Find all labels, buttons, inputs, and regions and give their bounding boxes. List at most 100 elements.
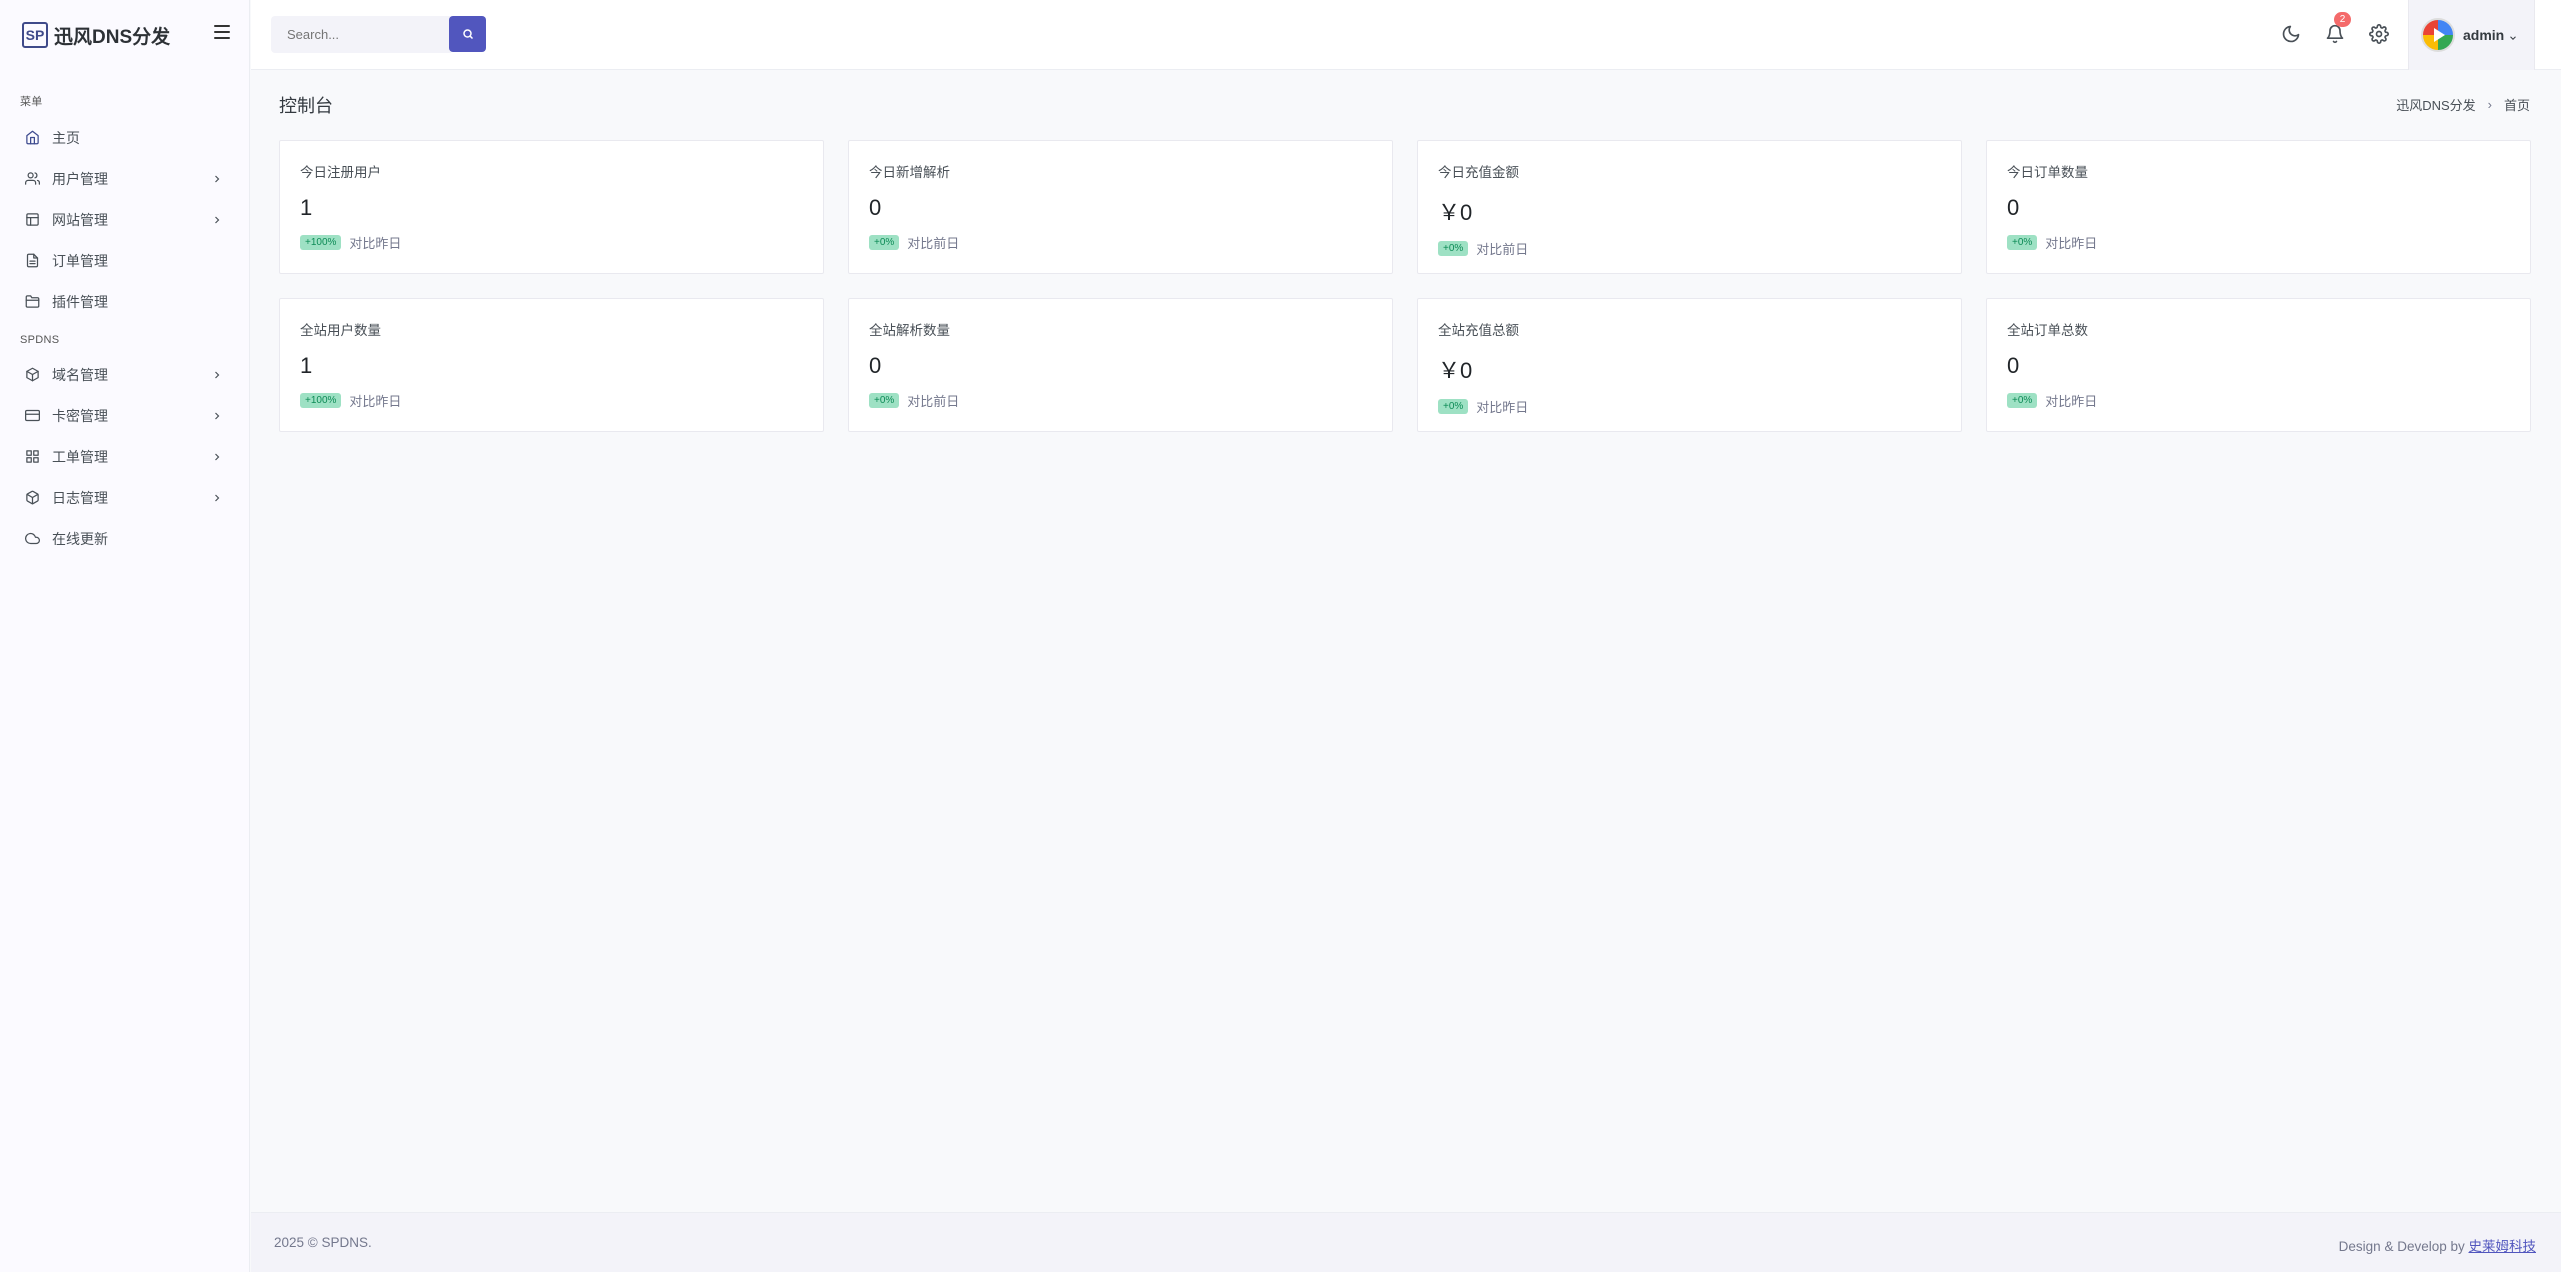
user-menu[interactable]: admin (2408, 0, 2535, 70)
menu-section-title: SPDNS (20, 334, 60, 346)
stat-change-badge: +0% (2007, 393, 2038, 408)
menu-toggle-icon[interactable] (214, 25, 230, 39)
sidebar-item-cards[interactable]: 卡密管理 (0, 395, 249, 436)
search-input[interactable] (271, 16, 451, 53)
stat-compare-text: 对比昨日 (349, 236, 402, 251)
stat-change-badge: +100% (300, 393, 342, 408)
chevron-right-icon (211, 172, 223, 184)
stat-compare-text: 对比昨日 (349, 394, 402, 409)
chevron-right-icon (211, 450, 223, 462)
moon-icon (2282, 25, 2300, 43)
stat-label: 今日新增解析 (869, 165, 950, 180)
stat-value: 0 (869, 353, 882, 378)
stat-card: 今日订单数量 0 +0% 对比昨日 (1986, 140, 2531, 274)
settings-button[interactable] (2369, 24, 2389, 44)
sidebar-item-users[interactable]: 用户管理 (0, 158, 249, 199)
stat-change-badge: +0% (1438, 399, 1469, 414)
sidebar-item-label: 插件管理 (52, 293, 108, 310)
stat-value: ￥0 (1438, 358, 1473, 383)
dark-mode-toggle[interactable] (2281, 24, 2301, 44)
brand[interactable]: SP 迅风DNS分发 (0, 0, 249, 70)
sidebar-item-domains[interactable]: 域名管理 (0, 354, 249, 395)
stat-value: 0 (2007, 195, 2020, 220)
grid-icon (24, 449, 40, 465)
stat-change-badge: +0% (2007, 235, 2038, 250)
sidebar-item-label: 工单管理 (52, 448, 108, 465)
sidebar-item-plugins[interactable]: 插件管理 (0, 281, 249, 322)
stat-label: 全站解析数量 (869, 323, 950, 338)
sidebar-item-label: 在线更新 (52, 530, 108, 547)
sidebar-item-label: 主页 (52, 129, 80, 146)
page-title: 控制台 (279, 96, 333, 116)
sidebar-item-label: 用户管理 (52, 170, 108, 187)
stat-change-badge: +0% (869, 235, 900, 250)
sidebar-item-label: 订单管理 (52, 252, 108, 269)
menu-section-title: 菜单 (20, 96, 43, 108)
stat-compare-text: 对比昨日 (2045, 236, 2098, 251)
sidebar-item-orders[interactable]: 订单管理 (0, 240, 249, 281)
stat-value: 1 (300, 195, 313, 220)
stat-label: 全站订单总数 (2007, 323, 2088, 338)
stat-card: 今日注册用户 1 +100% 对比昨日 (279, 140, 824, 274)
cloud-icon (24, 531, 40, 547)
sidebar-item-tickets[interactable]: 工单管理 (0, 436, 249, 477)
stat-card: 今日充值金额 ￥0 +0% 对比前日 (1417, 140, 1962, 274)
breadcrumb-link[interactable]: 迅风DNS分发 (2396, 95, 2475, 114)
folder-icon (24, 294, 40, 310)
stat-change-badge: +0% (1438, 241, 1469, 256)
notification-badge: 2 (2334, 12, 2351, 27)
brand-logo: SP (22, 22, 48, 48)
stat-change-badge: +0% (869, 393, 900, 408)
stat-compare-text: 对比前日 (907, 394, 960, 409)
sidebar-item-logs[interactable]: 日志管理 (0, 477, 249, 518)
stat-compare-text: 对比昨日 (1476, 400, 1529, 415)
stat-label: 今日充值金额 (1438, 165, 1519, 180)
stat-label: 今日订单数量 (2007, 165, 2088, 180)
sidebar-item-label: 卡密管理 (52, 407, 108, 424)
footer-copyright: 2025 © SPDNS. (274, 1235, 372, 1250)
notifications-button[interactable] (2325, 24, 2345, 44)
footer-credit-prefix: Design & Develop by (2338, 1239, 2469, 1254)
footer-credit: Design & Develop by 史莱姆科技 (2339, 1235, 2536, 1255)
box-icon (24, 490, 40, 506)
stat-label: 全站用户数量 (300, 323, 381, 338)
brand-name: 迅风DNS分发 (54, 26, 171, 48)
user-name: admin (2463, 27, 2505, 43)
stat-compare-text: 对比前日 (1476, 242, 1529, 257)
stat-label: 今日注册用户 (300, 165, 381, 180)
sidebar-item-label: 网站管理 (52, 211, 108, 228)
search-button[interactable] (449, 16, 486, 52)
globe-icon (24, 367, 40, 383)
footer: 2025 © SPDNS. Design & Develop by 史莱姆科技 (251, 1212, 2561, 1272)
breadcrumb-current: 首页 (2503, 98, 2530, 113)
sidebar-item-update[interactable]: 在线更新 (0, 518, 249, 559)
stat-compare-text: 对比前日 (907, 236, 960, 251)
footer-credit-link[interactable]: 史莱姆科技 (2469, 1239, 2537, 1254)
search-icon (462, 29, 473, 40)
gear-icon (2369, 24, 2389, 44)
topbar: 2 admin (251, 0, 2561, 70)
sidebar-item-label: 日志管理 (52, 489, 108, 506)
chevron-down-icon (2508, 30, 2518, 40)
chevron-right-icon (211, 491, 223, 503)
stat-card: 全站订单总数 0 +0% 对比昨日 (1986, 298, 2531, 432)
sidebar-item-label: 域名管理 (52, 366, 108, 383)
credit-card-icon (24, 408, 40, 424)
stat-value: ￥0 (1438, 200, 1473, 225)
layout-icon (24, 212, 40, 228)
users-icon (24, 171, 40, 187)
sidebar-item-home[interactable]: 主页 (0, 117, 249, 158)
bell-icon (2326, 24, 2344, 44)
breadcrumb: 迅风DNS分发 › 首页 (2396, 95, 2530, 114)
stat-card: 全站充值总额 ￥0 +0% 对比昨日 (1417, 298, 1962, 432)
stat-compare-text: 对比昨日 (2045, 394, 2098, 409)
stat-cards: 今日注册用户 1 +100% 对比昨日 今日新增解析 0 +0% 对比前日 今日充值… (279, 140, 2531, 432)
breadcrumb-separator-icon: › (2487, 97, 2492, 112)
stat-value: 1 (300, 353, 313, 378)
sidebar-item-sites[interactable]: 网站管理 (0, 199, 249, 240)
avatar (2421, 18, 2455, 52)
sidebar: SP 迅风DNS分发 菜单 主页 用户管理 网站管理 订单管理 插件管理 SPD… (0, 0, 250, 1272)
home-icon (24, 130, 40, 146)
stat-label: 全站充值总额 (1438, 323, 1519, 338)
stat-card: 全站用户数量 1 +100% 对比昨日 (279, 298, 824, 432)
